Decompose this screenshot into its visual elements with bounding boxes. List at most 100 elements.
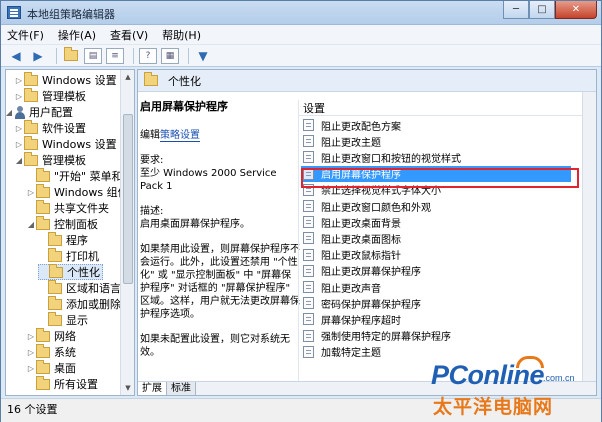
maximize-button[interactable]: □ <box>529 1 555 19</box>
setting-label: 阻止更改主题 <box>321 137 381 149</box>
folder-icon <box>48 311 62 326</box>
policy-setting-icon <box>303 135 314 148</box>
setting-label: 阻止更改窗口和按钮的视觉样式 <box>321 153 461 165</box>
folder-icon <box>48 279 62 294</box>
tree-item-printers[interactable]: 打印机 <box>38 247 99 264</box>
setting-label: 阻止更改窗口颜色和外观 <box>321 202 431 214</box>
setting-row[interactable]: 阻止更改屏幕保护程序 <box>303 263 421 279</box>
filter-icon[interactable]: ▼ <box>194 48 212 64</box>
watermark-main: PConline <box>431 360 545 390</box>
tree-item-control-panel[interactable]: ◢ 控制面板 <box>26 215 98 232</box>
pconline-watermark: PConline .com.cn 太平洋电脑网 <box>431 356 601 422</box>
setting-label: 强制使用特定的屏幕保护程序 <box>321 332 451 344</box>
settings-list: 设置 阻止更改配色方案 阻止更改主题 阻止更改窗口和按钮的视觉样式 启用屏幕保护程序禁… <box>298 100 584 383</box>
tree-vertical-scrollbar[interactable]: ▲ ▼ <box>120 70 134 395</box>
tree-item-start-menu[interactable]: "开始" 菜单和 <box>26 167 123 184</box>
tree-item-programs[interactable]: 程序 <box>38 231 88 248</box>
folder-icon <box>24 119 38 134</box>
setting-row[interactable]: 屏幕保护程序超时 <box>303 311 401 327</box>
tree-item-all-settings[interactable]: 所有设置 <box>26 375 98 392</box>
back-arrow-icon[interactable]: ◀ <box>7 48 25 64</box>
setting-row[interactable]: 加载特定主题 <box>303 344 381 360</box>
setting-label: 屏幕保护程序超时 <box>321 315 401 327</box>
tree-item-personalization[interactable]: 个性化 <box>38 263 103 280</box>
user-icon <box>14 105 26 119</box>
details-header: 个性化 <box>138 70 596 92</box>
requirements: 要求: 至少 Windows 2000 Service Pack 1 <box>140 155 277 192</box>
description-para-2: 如果未配置此设置，则它对系统无效。 <box>140 334 290 358</box>
folder-icon <box>144 72 158 86</box>
edit-line: 编辑策略设置 <box>140 130 200 142</box>
help-icon[interactable]: ? <box>139 47 157 64</box>
tree-item-windows-settings-user[interactable]: ▷ Windows 设置 <box>14 135 117 152</box>
setting-label: 阻止更改屏幕保护程序 <box>321 267 421 279</box>
policy-setting-icon <box>303 151 314 164</box>
tree-item-shared-folders[interactable]: 共享文件夹 <box>26 199 109 216</box>
setting-row[interactable]: 强制使用特定的屏幕保护程序 <box>303 328 451 344</box>
settings-column-header[interactable]: 设置 <box>299 100 584 116</box>
setting-label: 阻止更改桌面背景 <box>321 218 401 230</box>
show-hide-tree-icon[interactable]: ▤ <box>84 47 102 64</box>
tab-standard[interactable]: 标准 <box>167 382 196 395</box>
folder-icon <box>36 167 50 182</box>
scroll-thumb[interactable] <box>123 114 133 284</box>
folder-icon <box>49 263 63 278</box>
folder-icon <box>24 135 38 150</box>
policy-setting-icon <box>303 119 314 131</box>
up-folder-icon[interactable] <box>62 47 80 64</box>
tree-item-display[interactable]: 显示 <box>38 311 88 328</box>
description-panel: 启用屏幕保护程序 编辑策略设置 要求: 至少 Windows 2000 Servi… <box>138 92 300 383</box>
export-list-icon[interactable]: ≡ <box>106 47 124 64</box>
tree-item-network[interactable]: ▷ 网络 <box>26 327 76 344</box>
details-vertical-scrollbar[interactable] <box>582 92 596 383</box>
folder-icon <box>24 87 38 102</box>
setting-label: 阻止更改鼠标指针 <box>321 251 401 263</box>
setting-row[interactable]: 阻止更改窗口颜色和外观 <box>303 198 431 214</box>
tree-item-add-remove[interactable]: 添加或删除 <box>38 295 121 312</box>
scroll-up-icon[interactable]: ▲ <box>121 70 134 84</box>
tree-item-admin-templates-user[interactable]: ◢ 管理模板 <box>14 151 86 168</box>
policy-setting-icon <box>303 345 314 358</box>
scroll-down-icon[interactable]: ▼ <box>121 381 134 395</box>
properties-icon[interactable]: ▦ <box>161 47 179 64</box>
setting-row[interactable]: 阻止更改主题 <box>303 133 381 149</box>
policy-setting-icon <box>303 232 314 245</box>
setting-row[interactable]: 阻止更改鼠标指针 <box>303 247 401 263</box>
menu-action[interactable]: 操作(A) <box>58 27 96 43</box>
menu-file[interactable]: 文件(F) <box>7 27 44 43</box>
setting-row[interactable]: 阻止更改桌面背景 <box>303 214 401 230</box>
policy-editor-icon <box>7 6 21 19</box>
menu-help[interactable]: 帮助(H) <box>162 27 201 43</box>
setting-row[interactable]: 密码保护屏幕保护程序 <box>303 295 421 311</box>
tab-extended[interactable]: 扩展 <box>138 382 167 395</box>
toolbar: ◀ ▶ ▤ ≡ ? ▦ ▼ <box>1 45 601 67</box>
setting-row[interactable]: 阻止更改桌面图标 <box>303 230 401 246</box>
edit-policy-link[interactable]: 策略设置 <box>160 130 200 142</box>
tree-item-system[interactable]: ▷ 系统 <box>26 343 76 360</box>
tree-item-windows-settings[interactable]: ▷ Windows 设置 <box>14 71 117 88</box>
tree-item-software-settings[interactable]: ▷ 软件设置 <box>14 119 86 136</box>
tree-item-region-language[interactable]: 区域和语言 <box>38 279 121 296</box>
folder-icon <box>24 151 38 166</box>
tree-item-admin-templates[interactable]: ▷ 管理模板 <box>14 87 86 104</box>
folder-icon <box>48 231 62 246</box>
toolbar-divider <box>56 47 57 64</box>
folder-icon <box>36 199 50 214</box>
details-header-title: 个性化 <box>168 74 201 88</box>
folder-icon <box>24 71 38 86</box>
setting-row[interactable]: 阻止更改声音 <box>303 279 381 295</box>
tree-item-user-config[interactable]: ◢ 用户配置 <box>6 104 73 120</box>
forward-arrow-icon[interactable]: ▶ <box>29 48 47 64</box>
folder-icon <box>36 183 50 198</box>
menu-view[interactable]: 查看(V) <box>110 27 148 43</box>
policy-setting-icon <box>303 313 314 326</box>
setting-label: 阻止更改配色方案 <box>321 121 401 133</box>
window-controls: ─ □ ✕ <box>503 1 597 19</box>
setting-row[interactable]: 阻止更改窗口和按钮的视觉样式 <box>303 149 461 165</box>
close-button[interactable]: ✕ <box>555 1 597 19</box>
tree-item-desktop[interactable]: ▷ 桌面 <box>26 359 76 376</box>
watermark-domain: .com.cn <box>543 373 575 383</box>
setting-row[interactable]: 阻止更改配色方案 <box>303 117 401 133</box>
tree-item-windows-components[interactable]: ▷ Windows 组件 <box>26 183 129 200</box>
minimize-button[interactable]: ─ <box>503 1 529 19</box>
